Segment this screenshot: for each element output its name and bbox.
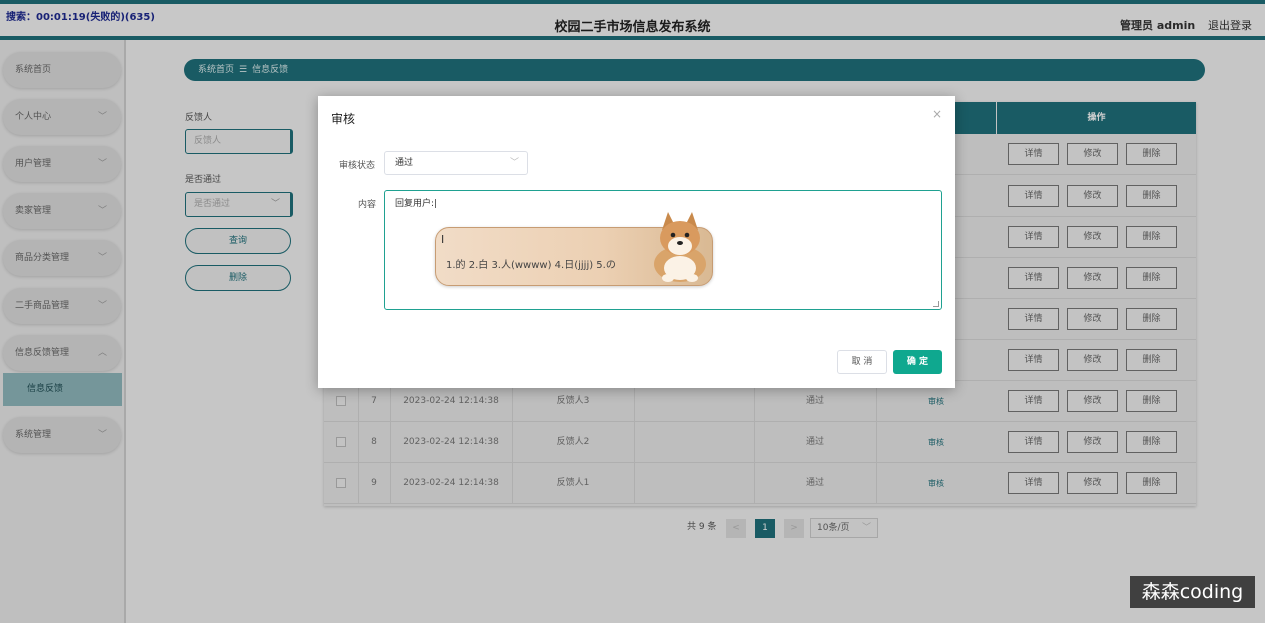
text-cursor-icon: I bbox=[441, 233, 445, 246]
audit-status-label: 审核状态 bbox=[339, 161, 376, 171]
confirm-button[interactable]: 确 定 bbox=[893, 350, 942, 374]
audit-status-value: 通过 bbox=[395, 158, 414, 168]
content-text: 回复用户:| bbox=[395, 199, 438, 209]
close-icon[interactable]: × bbox=[932, 107, 942, 121]
ime-candidate-popup: I 1.的 2.白 3.人(wwww) 4.日(jjjj) 5.の bbox=[435, 212, 713, 286]
audit-status-select[interactable]: 通过 ﹀ bbox=[384, 151, 528, 175]
content-label: 内容 bbox=[358, 200, 377, 210]
ime-candidate-list[interactable]: 1.的 2.白 3.人(wwww) 4.日(jjjj) 5.の bbox=[446, 256, 616, 271]
shiba-dog-icon bbox=[654, 212, 706, 282]
resize-handle-icon[interactable] bbox=[933, 301, 939, 307]
dialog-title: 审核 bbox=[331, 112, 356, 126]
chevron-down-icon: ﹀ bbox=[509, 158, 519, 168]
watermark: 森森coding bbox=[1130, 576, 1255, 608]
audit-dialog: 审核 × 审核状态 通过 ﹀ 内容 回复用户:| I 1.的 2.白 3.人(w… bbox=[318, 96, 955, 388]
cancel-button[interactable]: 取 消 bbox=[837, 350, 887, 374]
